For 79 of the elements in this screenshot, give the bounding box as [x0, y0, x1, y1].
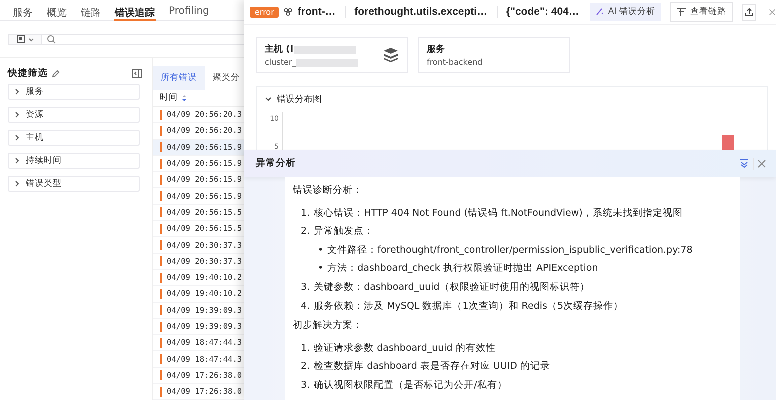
magic-wand-icon [596, 8, 604, 16]
error-marker [160, 338, 162, 348]
panel-title: 异常分析 [256, 157, 296, 170]
nav-tab[interactable]: 概览 [40, 0, 74, 20]
collapse-panel-icon[interactable] [132, 69, 142, 78]
error-marker [160, 256, 162, 266]
error-marker [160, 174, 162, 185]
nav-tab[interactable]: Profiling [162, 0, 216, 20]
share-button[interactable] [742, 4, 756, 20]
analysis-text: 方法：dashboard_check 执行权限验证时抛出 APIException [328, 262, 598, 276]
card-title: 服务 [427, 44, 445, 56]
analysis-text: 确认视图权限配置（是否标记为公开/私有） [314, 378, 508, 393]
list-marker: 1. [301, 342, 310, 356]
analysis-text: 文件路径：forethought/front_controller/permission_ispublic_verification.py:78 [328, 244, 693, 258]
error-marker [160, 305, 162, 316]
close-icon[interactable] [758, 160, 766, 168]
redaction-block [296, 58, 358, 66]
redaction-block [294, 46, 356, 54]
error-marker [160, 224, 162, 234]
card-value: front-backend [427, 58, 483, 67]
error-marker [160, 142, 162, 152]
error-marker [160, 288, 162, 299]
filter-item[interactable]: 服务 [8, 84, 140, 100]
status-badge: error [250, 6, 280, 18]
nav-tab[interactable]: 服务 [6, 0, 40, 20]
list-marker: 2. [301, 360, 310, 374]
analysis-text: 服务依赖：涉及 MySQL 数据库（1次查询）和 Redis（5次缓存操作） [314, 300, 624, 314]
service-name: front-… [298, 6, 336, 18]
error-marker [160, 110, 162, 120]
list-marker: • [318, 244, 324, 258]
close-icon[interactable] [769, 8, 776, 16]
server-stack-icon [383, 47, 399, 63]
nav-tab[interactable]: 链路 [74, 0, 108, 20]
table-tab[interactable]: 聚类分 [205, 66, 244, 90]
analysis-text: 异常触发点： [314, 225, 374, 240]
edit-icon[interactable] [52, 70, 60, 78]
error-marker [160, 386, 162, 397]
error-message: {"code": 404… [506, 6, 580, 18]
error-marker [160, 126, 162, 136]
filter-item[interactable]: 持续时间 [8, 153, 140, 169]
quick-filter-title: 快捷筛选 [8, 67, 48, 80]
error-marker [160, 354, 162, 364]
analysis-text: 初步解决方案： [293, 319, 363, 334]
collapse-icon[interactable] [740, 159, 749, 168]
list-marker: 3. [301, 378, 310, 393]
filter-item[interactable]: 主机 [8, 130, 140, 146]
service-nodes-icon [284, 7, 293, 17]
error-marker [160, 207, 162, 218]
card-value: cluster_ [265, 58, 296, 67]
error-marker [160, 370, 162, 380]
list-marker: 3. [301, 280, 310, 295]
list-marker: 2. [301, 225, 310, 240]
ai-analysis-button[interactable]: AI 错误分析 [590, 3, 662, 21]
table-tab[interactable]: 所有错误 [153, 66, 205, 90]
trace-icon [677, 8, 686, 16]
sort-icon[interactable] [182, 94, 187, 102]
upload-icon [744, 8, 754, 16]
chart-title: 错误分布图 [277, 94, 322, 106]
error-marker [160, 158, 162, 169]
filter-item[interactable]: 资源 [8, 107, 140, 123]
column-header[interactable]: 时间 [160, 92, 178, 104]
error-marker [160, 240, 162, 250]
nav-tab[interactable]: 错误追踪 [108, 0, 162, 20]
error-marker [160, 272, 162, 283]
error-marker [160, 322, 162, 332]
analysis-text: 关键参数：dashboard_uuid（权限验证时使用的视图标识符） [314, 280, 590, 295]
error-marker [160, 191, 162, 202]
chevron-icon[interactable] [265, 97, 272, 102]
filter-item[interactable]: 错误类型 [8, 176, 140, 192]
view-trace-button[interactable]: 查看链路 [670, 2, 734, 22]
exception-name: forethought.utils.excepti… [354, 6, 488, 18]
list-marker: • [318, 262, 324, 276]
analysis-text: 错误诊断分析： [293, 184, 363, 198]
list-marker: 4. [301, 300, 310, 314]
analysis-text: 核心错误：HTTP 404 Not Found (错误码 ft.NotFoundView)，系统未找到指定视图 [314, 206, 683, 221]
card-title: 主机 (I [265, 43, 294, 56]
analysis-text: 验证请求参数 dashboard_uuid 的有效性 [314, 342, 496, 356]
analysis-text: 检查数据库 dashboard 表是否存在对应 UUID 的记录 [314, 360, 550, 374]
list-marker: 1. [301, 206, 310, 221]
